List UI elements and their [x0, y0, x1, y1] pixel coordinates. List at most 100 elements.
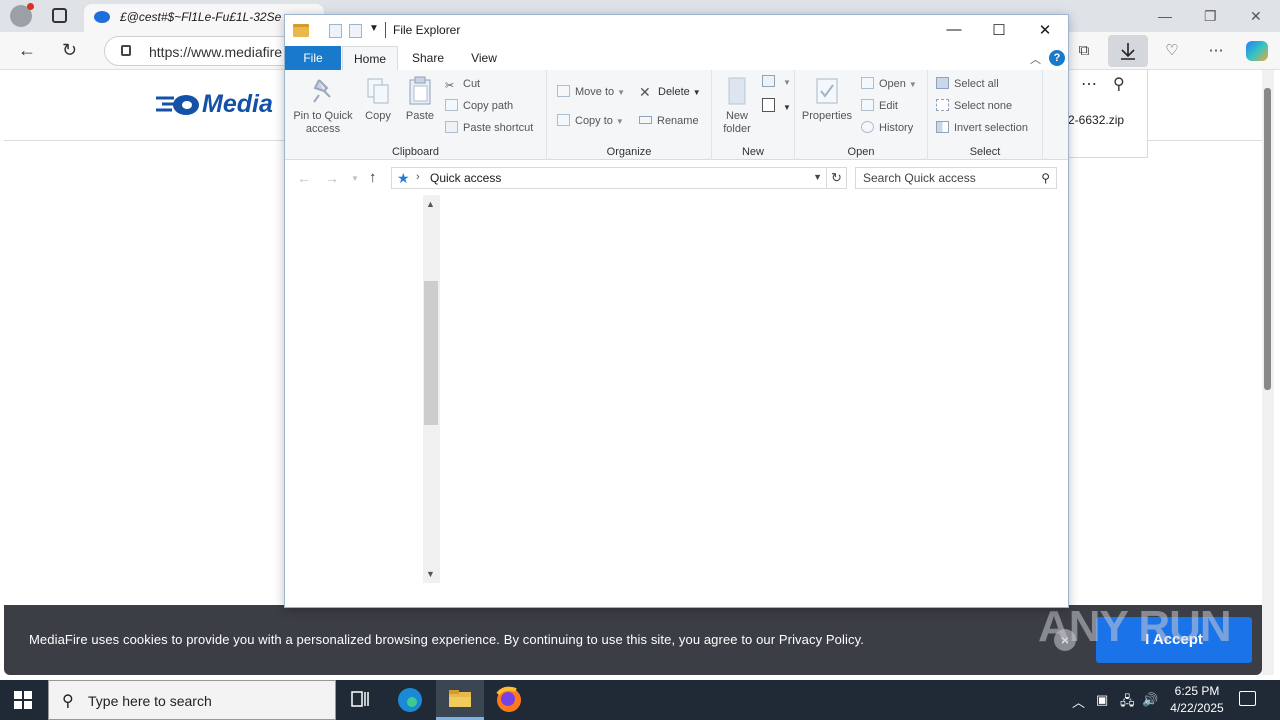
paste-shortcut-button[interactable]: Paste shortcut: [445, 120, 533, 136]
breadcrumb-location[interactable]: Quick access: [430, 171, 501, 185]
up-arrow-icon[interactable]: ↑: [369, 169, 377, 186]
copy-to-icon: [557, 114, 570, 126]
pin-icon: [313, 79, 331, 103]
page-scrollbar[interactable]: [1262, 70, 1274, 675]
edge-taskbar-icon[interactable]: [386, 680, 434, 720]
file-explorer-taskbar-icon[interactable]: [436, 680, 484, 720]
refresh-icon[interactable]: ↻: [62, 41, 77, 59]
new-folder-button[interactable]: New folder: [716, 76, 758, 136]
back-arrow-icon[interactable]: ←: [297, 170, 311, 186]
scroll-up-icon[interactable]: ▲: [426, 199, 435, 209]
paste-shortcut-label: Paste shortcut: [463, 122, 534, 134]
refresh-icon[interactable]: ↻: [827, 167, 847, 189]
windows-start-icon[interactable]: [14, 691, 32, 709]
collections-icon[interactable]: ⧉: [1074, 41, 1094, 61]
show-hidden-icons-icon[interactable]: ︿: [1072, 692, 1085, 711]
profile-avatar[interactable]: [10, 3, 34, 27]
forward-arrow-icon[interactable]: →: [325, 170, 339, 186]
delete-button[interactable]: ✕ Delete ▼: [639, 84, 701, 100]
open-icon: [861, 77, 874, 89]
anyrun-watermark: ANY RUN: [1038, 602, 1232, 651]
taskbar-search[interactable]: ⚲ Type here to search: [48, 680, 336, 720]
delete-x-icon: ✕: [639, 84, 651, 100]
new-label: New: [741, 146, 764, 158]
copy-button[interactable]: Copy: [361, 76, 395, 123]
pin-icon[interactable]: ⚲: [1113, 74, 1125, 94]
invert-selection-button[interactable]: Invert selection: [936, 120, 1028, 136]
mediafire-logo-icon: [156, 95, 199, 115]
navigation-pane-scroll-thumb[interactable]: [424, 281, 438, 425]
system-clock[interactable]: 6:25 PM 4/22/2025: [1160, 683, 1234, 717]
edit-icon: [861, 99, 874, 111]
browser-restore-icon[interactable]: ❐: [1204, 8, 1217, 25]
taskbar: ⚲ Type here to search ︿ ▣ 🖧 🔊 6:25 PM 4/…: [0, 680, 1280, 720]
new-folder-qat-icon[interactable]: [349, 24, 362, 38]
tab-share[interactable]: Share: [403, 46, 453, 70]
maximize-icon[interactable]: ☐: [976, 21, 1022, 39]
recent-locations-icon[interactable]: ▼: [351, 174, 359, 183]
file-list-pane[interactable]: [440, 195, 1068, 607]
task-view-icon[interactable]: [336, 680, 384, 720]
search-input[interactable]: [856, 168, 1036, 188]
copy-to-button[interactable]: Copy to ▼: [557, 113, 624, 129]
download-more-icon[interactable]: ⋯: [1081, 74, 1097, 94]
copy-path-icon: [445, 99, 458, 111]
move-to-icon: [557, 85, 570, 97]
new-item-button[interactable]: ▼: [762, 74, 791, 90]
edit-button[interactable]: Edit: [861, 98, 898, 114]
open-button[interactable]: Open ▼: [861, 76, 917, 92]
minimize-icon[interactable]: ―: [931, 21, 977, 38]
back-icon[interactable]: ←: [18, 41, 36, 59]
pin-label: Pin to Quick access: [293, 110, 353, 135]
select-all-button[interactable]: Select all: [936, 76, 999, 92]
notification-icon[interactable]: [1239, 691, 1256, 706]
rename-button[interactable]: Rename: [639, 113, 699, 129]
customize-qat-icon[interactable]: ▼: [369, 23, 379, 34]
browser-essentials-icon[interactable]: ♡: [1162, 41, 1182, 61]
navigation-pane[interactable]: [285, 195, 440, 583]
navigation-pane-scrollbar[interactable]: ▲ ▼: [423, 195, 440, 583]
breadcrumb-chevron-icon[interactable]: ›: [416, 171, 420, 183]
device-icon[interactable]: ▣: [1096, 692, 1108, 708]
close-icon[interactable]: ✕: [1022, 21, 1068, 39]
more-menu-icon[interactable]: ⋯: [1206, 41, 1226, 61]
select-none-label: Select none: [954, 100, 1013, 112]
network-icon[interactable]: 🖧: [1120, 692, 1135, 714]
tab-file[interactable]: File: [285, 46, 341, 70]
pin-quick-access-button[interactable]: Pin to Quick access: [289, 76, 357, 136]
delete-dropdown-icon: ▼: [692, 88, 701, 97]
tab-actions-icon[interactable]: [52, 8, 67, 23]
volume-icon[interactable]: 🔊: [1142, 692, 1158, 708]
browser-minimize-icon[interactable]: ―: [1158, 8, 1172, 24]
properties-qat-icon[interactable]: [329, 24, 342, 38]
address-breadcrumb[interactable]: ★ › Quick access ▼: [391, 167, 827, 189]
select-none-button[interactable]: Select none: [936, 98, 1012, 114]
downloads-button[interactable]: [1108, 35, 1148, 67]
page-scroll-thumb[interactable]: [1264, 88, 1271, 390]
history-button[interactable]: History: [861, 120, 913, 136]
lock-icon: [121, 45, 131, 56]
firefox-taskbar-icon[interactable]: [486, 680, 534, 720]
explorer-title-bar: ▼ File Explorer ― ☐ ✕: [285, 15, 1068, 46]
scroll-down-icon[interactable]: ▼: [426, 569, 435, 579]
organize-group: Move to ▼ Copy to ▼ ✕ Delete ▼ Rename Organi…: [547, 70, 712, 160]
paste-button[interactable]: Paste: [401, 76, 439, 123]
collapse-ribbon-icon[interactable]: ︿: [1030, 51, 1041, 67]
cookie-text: MediaFire uses cookies to provide you wi…: [29, 632, 864, 647]
help-icon[interactable]: ?: [1049, 50, 1065, 66]
copilot-icon[interactable]: [1246, 41, 1268, 61]
cut-button[interactable]: ✂ Cut: [445, 76, 480, 92]
properties-button[interactable]: Properties: [799, 76, 855, 123]
copy-path-button[interactable]: Copy path: [445, 98, 513, 114]
download-filename[interactable]: 2-6632.zip: [1068, 113, 1124, 127]
browser-close-icon[interactable]: ✕: [1250, 8, 1262, 25]
move-to-button[interactable]: Move to ▼: [557, 84, 625, 100]
tab-home[interactable]: Home: [342, 46, 398, 70]
rename-icon: [639, 116, 652, 124]
easy-access-button[interactable]: ▼: [762, 98, 791, 114]
copy-to-dropdown-icon: ▼: [615, 117, 624, 126]
search-box[interactable]: ⚲: [855, 167, 1057, 189]
address-dropdown-icon[interactable]: ▼: [813, 172, 822, 182]
select-group: Select all Select none Invert selection …: [928, 70, 1043, 160]
tab-view[interactable]: View: [459, 46, 509, 70]
